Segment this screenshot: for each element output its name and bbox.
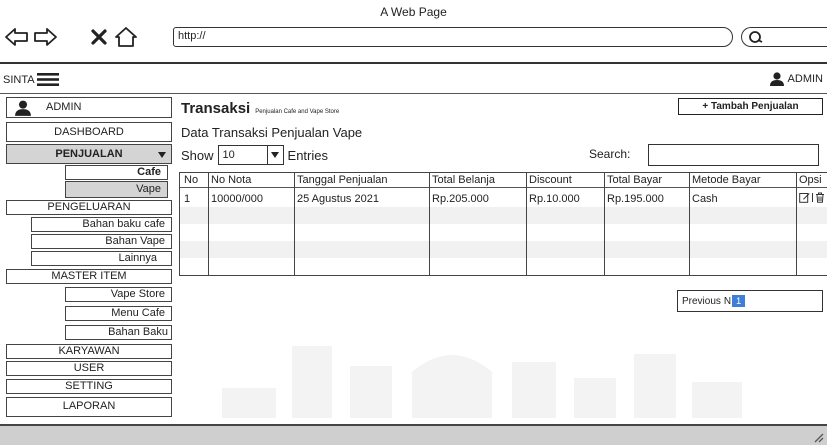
table-cell: 1 [184,193,191,205]
table-cell: Rp.195.000 [607,193,664,205]
column-header[interactable]: Total Bayar [607,174,662,186]
entries-select[interactable]: 10 [217,145,284,165]
browser-search[interactable] [741,27,827,47]
add-sale-button[interactable]: + Tambah Penjualan [678,98,823,115]
sidebar-profile[interactable]: ADMIN [6,97,172,118]
column-header[interactable]: Opsi [799,174,822,186]
search-label: Search: [589,147,631,161]
table-cell: Rp.10.000 [529,193,580,205]
sidebar-subitem-menu-cafe[interactable]: Menu Cafe [65,306,172,321]
app-topbar: SINTA ADMIN [0,66,827,94]
table-cell: 25 Agustus 2021 [297,193,379,205]
sidebar-item-master-item[interactable]: MASTER ITEM [6,269,172,284]
sidebar-profile-label: ADMIN [46,101,82,113]
table-cell: Cash [692,193,718,205]
status-bar [0,424,827,445]
user-icon [769,72,784,86]
pagination-previous[interactable]: Previous [682,296,721,307]
page-subtitle: Penjualan Cafe and Vape Store [255,109,340,115]
resize-grip-icon[interactable] [812,431,824,443]
column-header[interactable]: Metode Bayar [692,174,760,186]
sidebar-item-label: PENJUALAN [55,147,123,160]
hamburger-menu-icon[interactable] [36,73,59,86]
search-icon [749,31,763,43]
pagination-page-current[interactable]: 1 [732,295,746,307]
header-divider [180,187,827,188]
trash-icon[interactable] [815,192,825,203]
separator-icon [812,193,813,202]
show-label: Show [181,147,214,163]
url-input[interactable]: http:// [173,27,733,47]
sidebar-subitem-vape-store[interactable]: Vape Store [65,287,172,302]
sidebar: ADMIN DASHBOARD PENJUALAN Cafe Vape PENG… [6,97,172,422]
search-input[interactable] [648,144,819,166]
entries-control: Show 10 Entries [181,145,328,165]
sidebar-item-setting[interactable]: SETTING [6,379,172,394]
section-title: Data Transaksi Penjualan Vape [181,125,363,140]
edit-icon[interactable] [799,192,810,203]
row-actions [799,192,825,203]
pagination: Previous N 1 [677,290,823,312]
watermark-logo [222,346,742,418]
browser-chrome: A Web Page http:// [0,0,827,64]
close-icon[interactable] [88,25,110,49]
brand: SINTA [3,73,59,86]
sidebar-item-penjualan[interactable]: PENJUALAN [6,144,172,164]
forward-arrow-icon[interactable] [32,25,58,49]
table-cell: 10000/000 [211,193,263,205]
column-header[interactable]: Total Belanja [432,174,495,186]
sidebar-item-dashboard[interactable]: DASHBOARD [6,122,172,142]
user-icon [15,100,31,116]
sidebar-subitem-bahan-vape[interactable]: Bahan Vape [31,234,172,249]
back-arrow-icon[interactable] [4,25,30,49]
window-title: A Web Page [380,5,447,19]
sidebar-subitem-bahan-baku-cafe[interactable]: Bahan baku cafe [31,217,172,232]
brand-name: SINTA [3,73,35,86]
sidebar-item-user[interactable]: USER [6,361,172,376]
user-name: ADMIN [787,73,823,85]
column-header[interactable]: No Nota [211,174,251,186]
table-cell: Rp.205.000 [432,193,489,205]
user-menu[interactable]: ADMIN [769,72,823,86]
sidebar-subitem-cafe[interactable]: Cafe [65,165,168,180]
table-row-stripe [180,241,827,258]
home-icon[interactable] [113,25,139,49]
sidebar-item-laporan[interactable]: LAPORAN [6,397,172,417]
page-title: Transaksi Penjualan Cafe and Vape Store [181,100,339,117]
sidebar-subitem-vape[interactable]: Vape [65,181,168,198]
column-header[interactable]: Discount [529,174,572,186]
entries-value: 10 [222,149,235,161]
sidebar-item-pengeluaran[interactable]: PENGELUARAN [6,200,172,215]
column-header[interactable]: No [184,174,198,186]
caret-down-icon [266,146,283,164]
table-row-stripe [180,207,827,224]
pagination-next[interactable]: N [724,296,731,307]
sidebar-subitem-lainnya[interactable]: Lainnya [31,251,172,266]
page-title-text: Transaksi [181,100,251,117]
sidebar-subitem-bahan-baku[interactable]: Bahan Baku [65,325,172,340]
entries-label: Entries [287,147,328,163]
transactions-table: No No Nota Tanggal Penjualan Total Belan… [179,172,827,276]
column-header[interactable]: Tanggal Penjualan [297,174,388,186]
caret-down-icon [158,152,166,158]
sidebar-item-karyawan[interactable]: KARYAWAN [6,344,172,359]
